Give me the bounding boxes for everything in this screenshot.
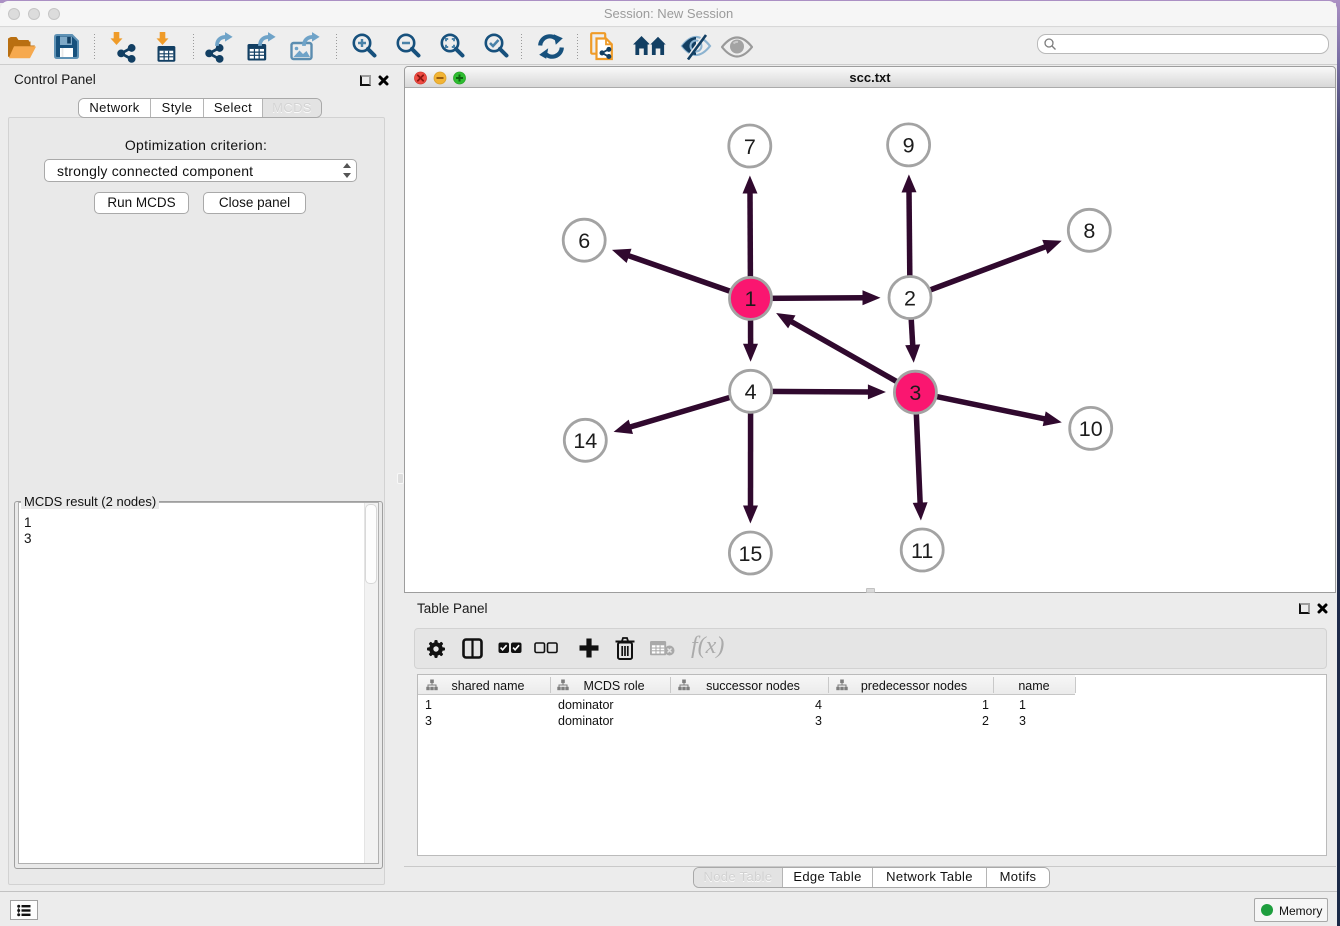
svg-text:6: 6 — [578, 229, 590, 253]
svg-text:1: 1 — [745, 287, 757, 311]
svg-text:2: 2 — [904, 286, 916, 310]
svg-text:8: 8 — [1083, 219, 1095, 243]
svg-text:4: 4 — [745, 380, 757, 404]
svg-text:15: 15 — [738, 542, 762, 566]
svg-text:10: 10 — [1079, 417, 1103, 441]
svg-text:3: 3 — [909, 381, 921, 405]
svg-text:7: 7 — [744, 135, 756, 159]
svg-text:9: 9 — [903, 134, 915, 158]
svg-text:11: 11 — [911, 539, 933, 563]
svg-text:14: 14 — [573, 429, 597, 453]
